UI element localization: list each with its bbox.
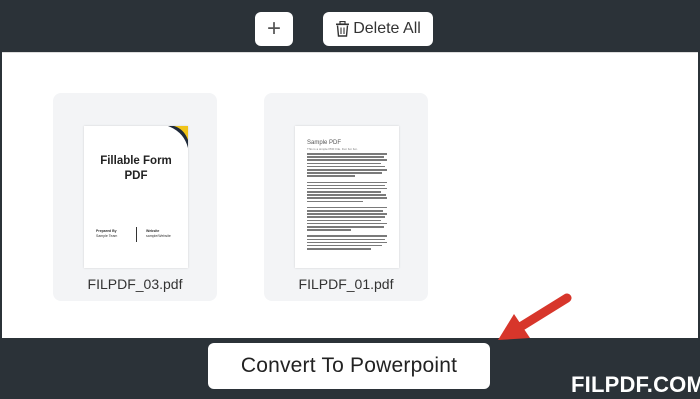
delete-all-button[interactable]: Delete All [323, 12, 433, 46]
app-frame: + Delete All Fillable Form PDF Prepared … [0, 0, 700, 399]
pdf-thumbnail: Fillable Form PDF Prepared By Sample Tea… [84, 126, 188, 268]
thumbnail-subtitle: This is a simple PDF File. Fun fun fun. [307, 147, 358, 151]
plus-icon: + [266, 15, 281, 42]
thumbnail-divider [136, 227, 137, 242]
watermark: FILPDF.COM [571, 372, 700, 397]
thumbnail-title: Fillable Form PDF [100, 155, 172, 182]
file-name: FILPDF_01.pdf [298, 276, 394, 292]
thumbnail-title: Sample PDF [307, 140, 342, 146]
file-name: FILPDF_03.pdf [87, 276, 183, 292]
convert-to-powerpoint-button[interactable]: Convert To Powerpoint [208, 343, 490, 389]
pointer-arrow-icon [498, 293, 572, 340]
thumbnail-website: Website sample/Website [146, 229, 171, 238]
file-card[interactable]: Fillable Form PDF Prepared By Sample Tea… [53, 93, 217, 301]
pdf-thumbnail: Sample PDF This is a simple PDF File. Fu… [295, 126, 399, 268]
toolbar: + Delete All [0, 0, 700, 52]
file-card[interactable]: Sample PDF This is a simple PDF File. Fu… [264, 93, 428, 301]
thumbnail-prepared-by: Prepared By Sample Team [96, 229, 118, 238]
add-file-button[interactable]: + [255, 12, 293, 46]
file-workspace: Fillable Form PDF Prepared By Sample Tea… [2, 52, 698, 338]
thumbnail-text-lines [307, 153, 387, 251]
delete-all-label: Delete All [353, 20, 421, 37]
corner-decoration-icon [168, 126, 188, 148]
trash-icon [336, 21, 350, 37]
